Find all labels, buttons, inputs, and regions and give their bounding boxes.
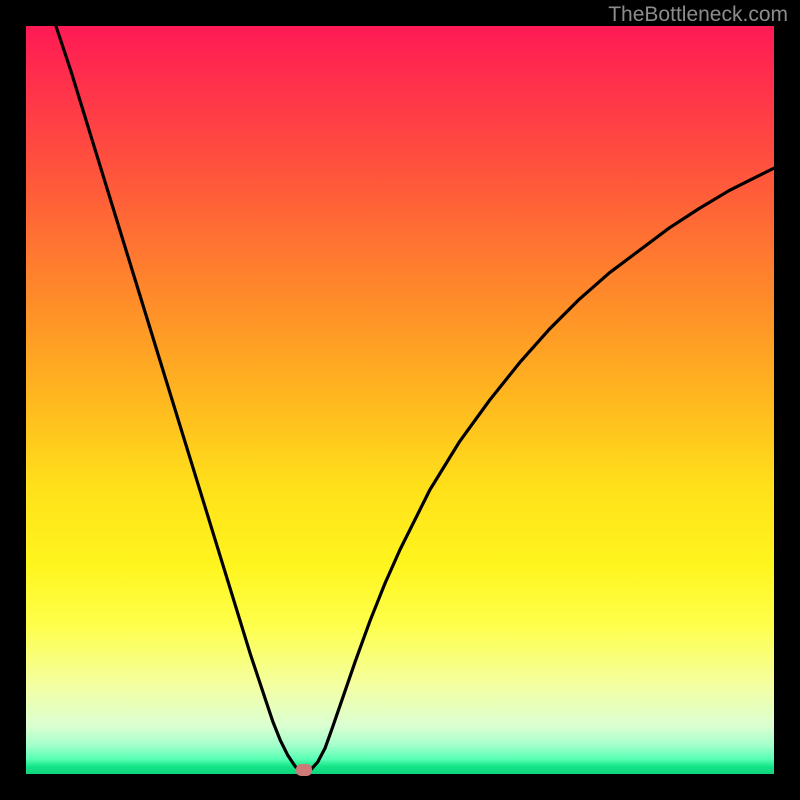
bottleneck-curve-path — [56, 26, 774, 772]
bottleneck-curve-svg — [26, 26, 774, 774]
chart-plot-area — [26, 26, 774, 774]
chart-frame: TheBottleneck.com — [0, 0, 800, 800]
watermark-text: TheBottleneck.com — [608, 3, 788, 27]
optimal-point-marker — [296, 764, 312, 776]
